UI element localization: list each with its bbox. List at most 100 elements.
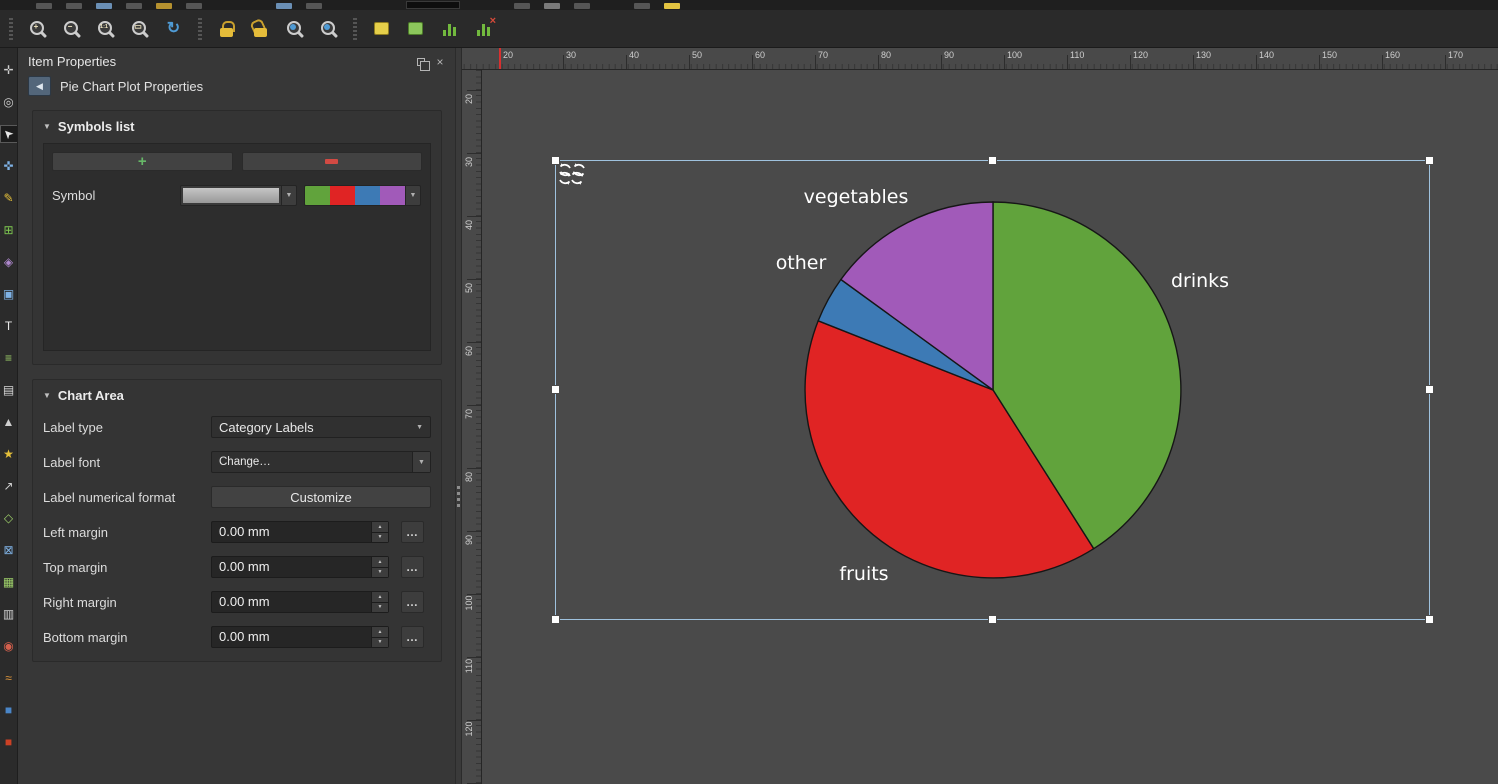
add-attribute-table-icon[interactable]: ▦ [1,574,17,590]
add-label-icon[interactable]: T [1,318,17,334]
plus-icon: + [138,154,147,169]
zoom-tool-icon[interactable]: ◎ [1,94,17,110]
add-north-arrow-icon[interactable]: ▲ [1,414,17,430]
add-plot-icon[interactable] [435,15,464,43]
symbol-fill-dropdown[interactable]: ▼ [180,185,297,206]
top-partial-icon-7[interactable] [276,3,292,9]
resize-handle[interactable] [1425,615,1434,624]
resize-handle[interactable] [988,615,997,624]
spin-down-icon[interactable]: ▼ [372,568,388,578]
spin-up-icon[interactable]: ▲ [372,557,388,568]
top-partial-icon-5[interactable] [156,3,172,9]
spin-down-icon[interactable]: ▼ [372,638,388,648]
horizontal-ruler[interactable]: 2030405060708090100110120130140150160170 [462,48,1498,70]
add-legend-icon[interactable]: ≡ [1,350,17,366]
pan-tool-icon[interactable]: ✛ [1,62,17,78]
resize-handle[interactable] [988,156,997,165]
layout-workspace: 2030405060708090100110120130140150160170… [462,48,1498,784]
select-move-item-icon[interactable]: ➤ [1,126,17,142]
zoom-actual-icon[interactable]: 1:1 [91,15,120,43]
top-partial-icon-6[interactable] [186,3,202,9]
spin-down-icon[interactable]: ▼ [372,603,388,613]
chart-area-header[interactable]: ▼ Chart Area [43,388,431,403]
left-margin-override-button[interactable]: … [401,521,424,543]
extra-tool-icon-1[interactable]: ■ [1,702,17,718]
add-map-icon[interactable]: ⊞ [1,222,17,238]
refresh-view-icon[interactable]: ↻ [159,15,188,43]
customize-button[interactable]: Customize [211,486,431,508]
add-picture-icon[interactable]: ▣ [1,286,17,302]
zoom-full-icon[interactable]: ▭ [125,15,154,43]
add-scalebar-icon[interactable]: ▤ [1,382,17,398]
label-font-button[interactable]: Change… ▼ [211,451,431,473]
spin-up-icon[interactable]: ▲ [372,522,388,533]
zoom-out-icon[interactable]: − [57,15,86,43]
customize-button-label: Customize [290,490,351,505]
label-type-value: Category Labels [219,420,314,435]
resize-handle[interactable] [1425,385,1434,394]
float-panel-icon[interactable] [414,55,428,69]
add-shape-icon[interactable]: ★ [1,446,17,462]
resize-handle[interactable] [551,615,560,624]
bottom-margin-spinbox[interactable]: 0.00 mm ▲▼ [211,626,389,648]
vertical-ruler[interactable]: 2030405060708090100110120130 [462,70,482,784]
zoom-in-icon[interactable]: + [23,15,52,43]
close-panel-icon[interactable]: × [433,55,447,69]
top-margin-override-button[interactable]: … [401,556,424,578]
resize-handle[interactable] [1425,156,1434,165]
move-content-icon[interactable]: ✜ [1,158,17,174]
right-margin-override-button[interactable]: … [401,591,424,613]
top-partial-icon-9[interactable] [514,3,530,9]
symbol-colors-dropdown[interactable]: ▼ [304,185,421,206]
top-partial-combobox[interactable] [406,1,460,9]
zoom-to-selected-icon[interactable] [280,15,309,43]
add-node-item-icon[interactable]: ◇ [1,510,17,526]
top-partial-icon-11[interactable] [574,3,590,9]
collapse-icon: ▼ [43,391,51,400]
splitter-grip-icon [457,486,460,510]
lightning-partial-icon[interactable] [664,3,680,9]
label-type-combobox[interactable]: Category Labels ▼ [211,416,431,438]
top-partial-icon-4[interactable] [126,3,142,9]
toolbar-grip [353,18,357,40]
add-elevation-profile-icon[interactable]: ≈ [1,670,17,686]
left-margin-spinbox[interactable]: 0.00 mm ▲▼ [211,521,389,543]
remove-plot-icon[interactable]: × [469,15,498,43]
bottom-margin-label: Bottom margin [43,630,211,645]
pan-to-selected-icon[interactable] [314,15,343,43]
add-html-icon[interactable]: ⊠ [1,542,17,558]
chart-area-group: ▼ Chart Area Label type Category Labels … [32,379,442,662]
lower-items-icon[interactable] [401,15,430,43]
panel-splitter[interactable] [455,48,462,784]
top-partial-icon-1[interactable] [36,3,52,9]
add-3d-map-icon[interactable]: ◈ [1,254,17,270]
add-marker-icon[interactable]: ◉ [1,638,17,654]
lock-selected-items-icon[interactable] [212,15,241,43]
edit-nodes-icon[interactable]: ✎ [1,190,17,206]
top-partial-icon-12[interactable] [634,3,650,9]
symbols-list-header[interactable]: ▼ Symbols list [43,119,431,134]
top-partial-icon-8[interactable] [306,3,322,9]
top-partial-icon-3[interactable] [96,3,112,9]
bottom-margin-override-button[interactable]: … [401,626,424,648]
remove-symbol-button[interactable] [242,152,423,171]
top-margin-spinbox[interactable]: 0.00 mm ▲▼ [211,556,389,578]
spin-up-icon[interactable]: ▲ [372,592,388,603]
right-margin-spinbox[interactable]: 0.00 mm ▲▼ [211,591,389,613]
top-partial-icon-10[interactable] [544,3,560,9]
symbols-list: + Symbol ▼ ▼ [43,143,431,351]
rotate-handle-icon[interactable] [556,161,574,179]
panel-title: Item Properties [28,54,409,69]
add-symbol-button[interactable]: + [52,152,233,171]
back-button[interactable]: ◀ [28,76,51,96]
spin-up-icon[interactable]: ▲ [372,627,388,638]
add-arrow-icon[interactable]: ↗ [1,478,17,494]
layout-canvas[interactable]: drinksfruitsothervegetables [482,70,1498,784]
spin-down-icon[interactable]: ▼ [372,533,388,543]
raise-items-icon[interactable] [367,15,396,43]
unlock-all-items-icon[interactable] [246,15,275,43]
top-partial-icon-2[interactable] [66,3,82,9]
resize-handle[interactable] [551,385,560,394]
extra-tool-icon-2[interactable]: ■ [1,734,17,750]
add-fixed-table-icon[interactable]: ▥ [1,606,17,622]
